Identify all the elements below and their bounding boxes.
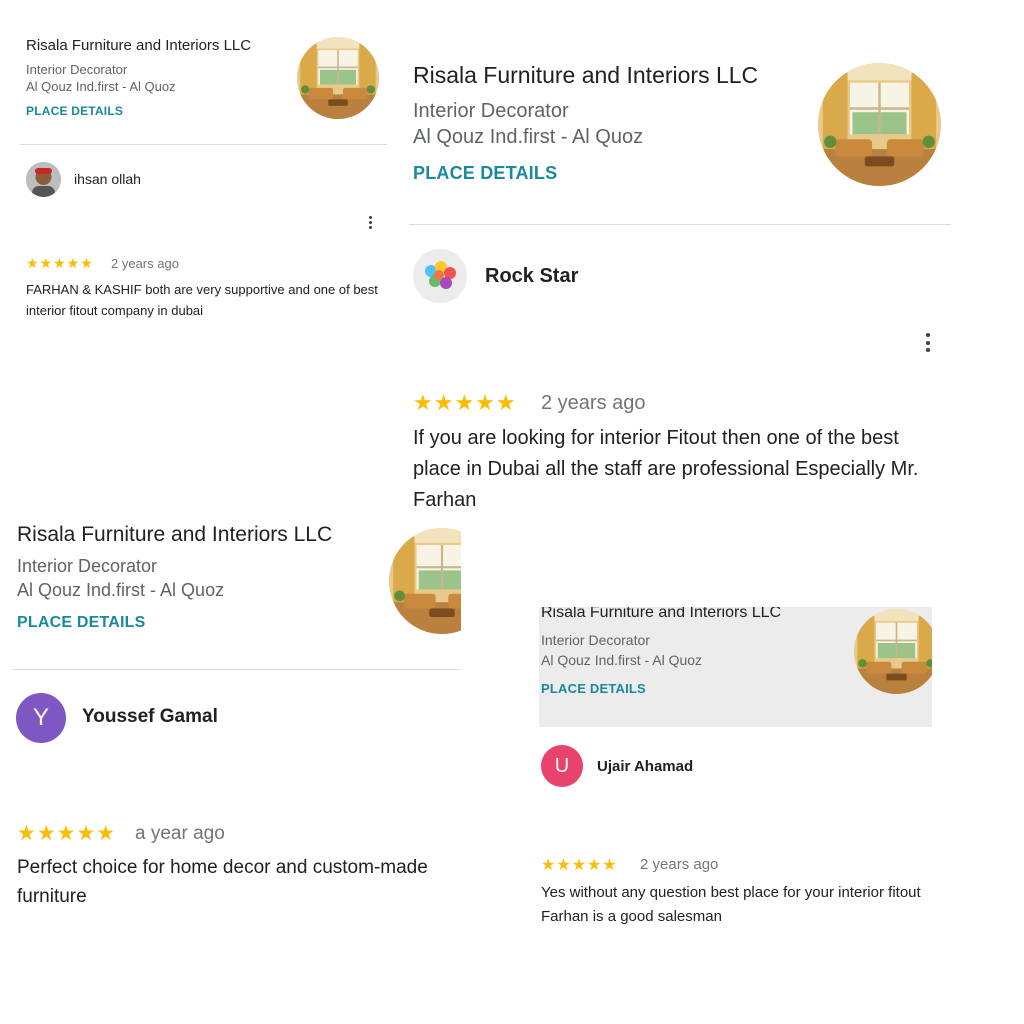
star-rating: ★★★★★ [17, 822, 117, 845]
review-card-3: Risala Furniture and Interiors LLC Inter… [0, 515, 470, 935]
place-address: Al Qouz Ind.first - Al Quoz [413, 126, 644, 148]
reviewer-avatar[interactable]: Y [16, 693, 66, 743]
place-name: Risala Furniture and Interiors LLC [17, 523, 333, 546]
place-details-link[interactable]: PLACE DETAILS [26, 104, 123, 118]
place-details-link[interactable]: PLACE DETAILS [541, 681, 646, 696]
place-details-link[interactable]: PLACE DETAILS [17, 614, 146, 632]
place-header: Risala Furniture and Interiors LLC Inter… [539, 607, 932, 727]
reviewer-avatar[interactable] [413, 249, 467, 303]
reviewer-name[interactable]: Youssef Gamal [82, 706, 218, 728]
review-age: a year ago [135, 823, 225, 844]
place-address: Al Qouz Ind.first - Al Quoz [541, 652, 703, 668]
place-name: Risala Furniture and Interiors LLC [541, 607, 782, 621]
reviewer-name[interactable]: Ujair Ahamad [597, 758, 693, 775]
place-details-link[interactable]: PLACE DETAILS [413, 163, 557, 184]
review-age: 2 years ago [111, 256, 179, 271]
divider [409, 224, 951, 225]
star-rating: ★★★★★ [413, 390, 517, 415]
place-category: Interior Decorator [541, 632, 650, 648]
star-rating: ★★★★★ [26, 255, 94, 271]
place-address: Al Qouz Ind.first - Al Quoz [26, 79, 176, 94]
reviewer-avatar[interactable] [26, 162, 61, 197]
avatar-initial: U [554, 754, 570, 777]
divider [20, 144, 387, 145]
place-photo[interactable] [297, 37, 379, 119]
place-photo[interactable] [818, 63, 941, 186]
place-photo-crop [389, 528, 461, 634]
place-category: Interior Decorator [17, 556, 158, 576]
review-text: Perfect choice for home decor and custom… [17, 857, 428, 907]
review-age: 2 years ago [640, 856, 719, 873]
place-address: Al Qouz Ind.first - Al Quoz [17, 580, 225, 600]
review-card-1: Risala Furniture and Interiors LLC Inter… [0, 0, 400, 340]
place-category: Interior Decorator [26, 62, 128, 77]
review-card-2: Risala Furniture and Interiors LLC Inter… [400, 0, 960, 530]
review-card-4: Risala Furniture and Interiors LLC Inter… [532, 600, 942, 940]
place-category: Interior Decorator [413, 100, 569, 122]
review-text: FARHAN & KASHIF both are very supportive… [26, 282, 378, 318]
avatar-initial: Y [32, 704, 49, 731]
reviewer-name[interactable]: ihsan ollah [74, 171, 141, 187]
review-text: Yes without any question best place for … [541, 884, 921, 925]
place-name: Risala Furniture and Interiors LLC [26, 37, 252, 54]
more-options-icon[interactable] [366, 216, 374, 229]
review-age: 2 years ago [541, 392, 646, 414]
reviewer-avatar[interactable]: U [541, 745, 583, 787]
more-options-icon[interactable] [924, 333, 932, 352]
place-photo[interactable] [854, 609, 932, 694]
place-name: Risala Furniture and Interiors LLC [413, 62, 759, 88]
place-photo[interactable] [389, 528, 461, 634]
divider [12, 669, 461, 670]
star-rating: ★★★★★ [541, 857, 618, 874]
reviewer-name[interactable]: Rock Star [485, 265, 578, 288]
review-text: If you are looking for interior Fitout t… [413, 427, 919, 511]
